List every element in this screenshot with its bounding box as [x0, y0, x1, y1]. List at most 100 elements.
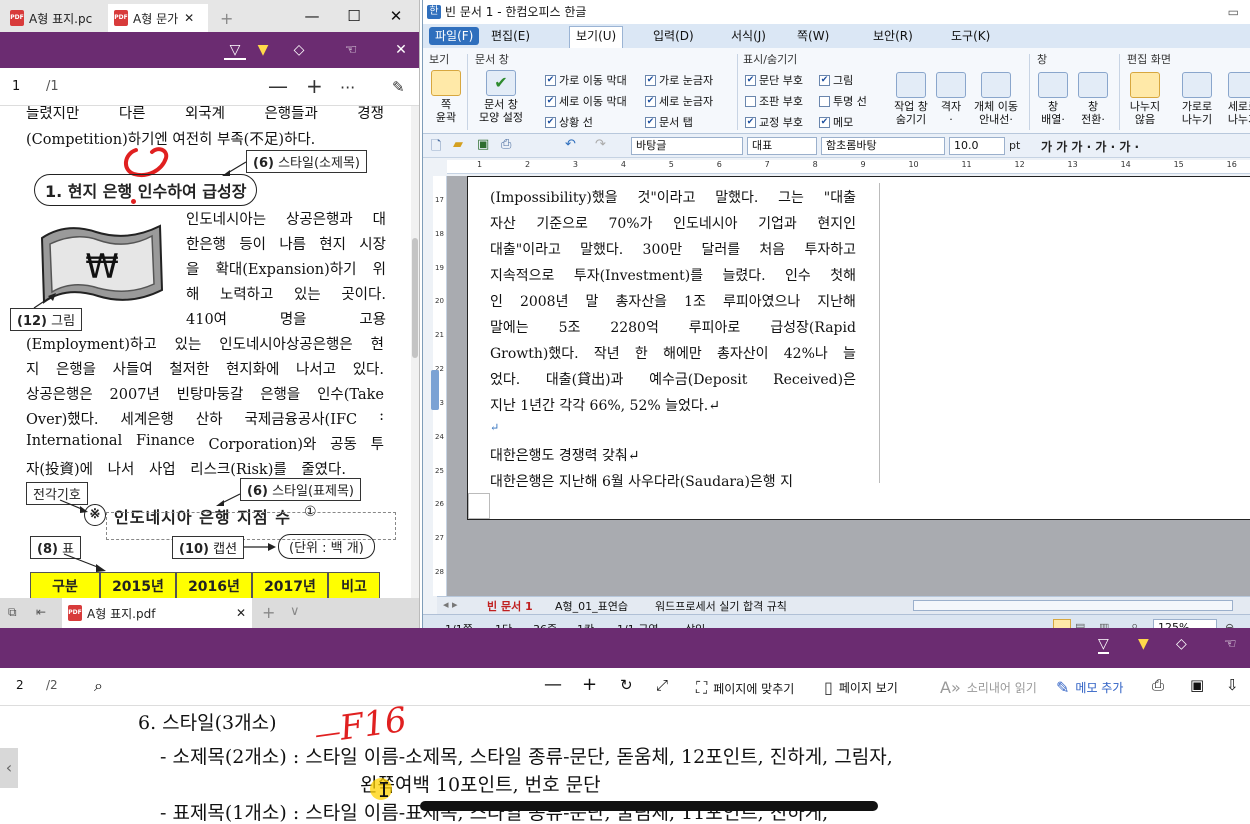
- add-memo-button[interactable]: ✎ 메모 추가: [1056, 678, 1123, 697]
- vertical-scrollbar[interactable]: [411, 106, 419, 628]
- window-switch-button[interactable]: 창 전환·: [1075, 72, 1111, 126]
- fullscreen-icon[interactable]: ⤢: [656, 676, 668, 694]
- draw-icon[interactable]: ▽: [1098, 636, 1109, 654]
- save-as-icon[interactable]: ⇩: [1226, 676, 1239, 694]
- scrollbar-thumb[interactable]: [412, 238, 418, 358]
- doc-line-para-4: Over)했다. 세계은행 산하 국제금융공사(IFC:: [26, 408, 384, 429]
- check-vruler[interactable]: ✔ 세로 눈금자: [645, 93, 713, 109]
- heading-subtitle-1: 1. 현지 은행 인수하여 급성장: [34, 174, 258, 206]
- new-tab-button[interactable]: +: [262, 603, 275, 622]
- menu-security[interactable]: 보안(R): [867, 27, 919, 45]
- menu-format[interactable]: 서식(J): [725, 27, 772, 45]
- check-proof-mark[interactable]: ✔ 교정 부호: [745, 114, 803, 130]
- horizontal-ruler[interactable]: 1 2 3 4 5 6 7 8 9 10 11 12 13 14 15 16: [447, 160, 1250, 174]
- tab-actions-icon[interactable]: ⧉: [8, 605, 17, 620]
- horizontal-scrollbar[interactable]: [913, 600, 1233, 611]
- hwp-editing-area[interactable]: (Impossibility)했을 것"이라고 말했다. 그는 "대출 자산 기준으로 70…: [447, 176, 1250, 596]
- tab-list-dropdown[interactable]: ∨: [290, 604, 300, 619]
- erase-icon[interactable]: ◇: [288, 40, 310, 60]
- print-icon[interactable]: ⎙: [1152, 676, 1164, 694]
- menu-view[interactable]: 보기(U): [569, 26, 624, 48]
- highlight-icon[interactable]: ▼: [252, 40, 274, 60]
- menu-edit[interactable]: 편집(E): [485, 27, 536, 45]
- char-format-buttons[interactable]: 가 가 가 · 가 · 가 ·: [1041, 138, 1139, 155]
- draw-icon[interactable]: ▽: [224, 40, 246, 60]
- check-transparent-line[interactable]: 투명 선: [819, 93, 867, 109]
- close-window-button[interactable]: ✕: [376, 2, 416, 30]
- page-view-button[interactable]: ▯ 페이지 보기: [824, 678, 898, 697]
- rotate-icon[interactable]: ↻: [620, 676, 633, 694]
- tabs-aside-icon[interactable]: ⇤: [36, 605, 46, 619]
- check-doc-tab[interactable]: ✔ 문서 탭: [645, 114, 693, 130]
- menu-tools[interactable]: 도구(K): [945, 27, 996, 45]
- side-panel-toggle[interactable]: [431, 370, 439, 410]
- object-guide-button[interactable]: 개체 이동 안내선·: [969, 72, 1023, 126]
- zoom-out-button[interactable]: —: [544, 674, 562, 695]
- button-label: 안내선·: [979, 113, 1013, 126]
- print-icon[interactable]: ⎙: [501, 137, 511, 152]
- ruler-number: 10: [908, 160, 919, 169]
- redo-icon[interactable]: ↷: [595, 137, 606, 152]
- erase-icon[interactable]: ◇: [1176, 636, 1187, 652]
- undo-icon[interactable]: ↶: [565, 137, 576, 152]
- check-memo[interactable]: ✔ 메모: [819, 114, 853, 130]
- check-status-line[interactable]: ✔ 상황 선: [545, 114, 593, 130]
- no-split-button[interactable]: 나누지 않음: [1125, 72, 1165, 126]
- button-label: ·: [949, 113, 953, 126]
- menu-file[interactable]: 파일(F): [429, 27, 480, 45]
- grid-button[interactable]: 격자 ·: [935, 72, 967, 126]
- tab-a-cover-pdf-2[interactable]: PDF A형 표지.pdf ✕: [62, 598, 252, 628]
- doc-tab-blank-1[interactable]: 빈 문서 1: [487, 598, 533, 614]
- menu-page[interactable]: 쪽(W): [791, 27, 835, 45]
- close-icon[interactable]: ✕: [390, 40, 412, 60]
- new-doc-icon[interactable]: 🗋: [431, 137, 441, 159]
- check-hruler[interactable]: ✔ 가로 눈금자: [645, 72, 713, 88]
- pin-icon[interactable]: ✎: [392, 78, 405, 96]
- save-icon[interactable]: ▣: [1190, 676, 1204, 694]
- restore-button[interactable]: ▭: [1228, 0, 1239, 24]
- doc-tab-table-practice[interactable]: A형_01_표연습: [555, 598, 628, 614]
- tab-a-cover-pdf[interactable]: PDF A형 표지.pc: [4, 4, 106, 32]
- zoom-in-button[interactable]: +: [582, 674, 597, 695]
- save-icon[interactable]: ▣: [477, 137, 489, 152]
- check-vscroll[interactable]: ✔ 세로 이동 막대: [545, 93, 627, 109]
- page-number-input[interactable]: 1: [12, 79, 20, 94]
- search-icon[interactable]: ⌕: [94, 676, 103, 696]
- close-tab-icon[interactable]: ✕: [236, 606, 246, 620]
- split-horizontal-button[interactable]: 가로로 나누기: [1175, 72, 1219, 126]
- more-options-button[interactable]: ···: [340, 78, 355, 97]
- minimize-button[interactable]: —: [292, 2, 332, 30]
- close-tab-icon[interactable]: ✕: [184, 11, 194, 25]
- tab-a-problem-pdf[interactable]: PDF A형 문가 ✕: [108, 4, 208, 32]
- open-folder-icon[interactable]: ▰: [453, 137, 463, 152]
- split-vertical-button[interactable]: 세로로나누기: [1221, 72, 1250, 126]
- check-para-mark[interactable]: ✔ 문단 부호: [745, 72, 803, 88]
- check-layout-mark[interactable]: 조판 부호: [745, 93, 803, 109]
- highlight-icon[interactable]: ▼: [1138, 636, 1149, 652]
- task-pane-hide-button[interactable]: 작업 창 숨기기: [889, 72, 933, 126]
- read-aloud-button[interactable]: A» 소리내어 읽기: [940, 678, 1037, 697]
- check-hscroll[interactable]: ✔ 가로 이동 막대: [545, 72, 627, 88]
- font-size-input[interactable]: 10.0: [949, 137, 1005, 155]
- previous-page-arrow[interactable]: ‹: [0, 748, 18, 788]
- hwp-page[interactable]: (Impossibility)했을 것"이라고 말했다. 그는 "대출 자산 기준으로 70…: [467, 176, 1250, 520]
- zoom-out-button[interactable]: —: [268, 74, 288, 98]
- zoom-in-button[interactable]: +: [306, 74, 323, 98]
- touch-write-icon[interactable]: ☜: [1224, 636, 1237, 652]
- page-number-input[interactable]: 2: [16, 678, 24, 692]
- style-select[interactable]: 바탕글: [631, 137, 743, 155]
- menu-insert[interactable]: 입력(D): [647, 27, 700, 45]
- doc-tab-rules[interactable]: 워드프로세서 실기 합격 규칙: [655, 598, 787, 614]
- tab-scroll-arrows[interactable]: ◂ ▸: [443, 598, 458, 611]
- page-outline-button[interactable]: 쪽 윤곽: [429, 70, 463, 124]
- touch-write-icon[interactable]: ☜: [340, 40, 362, 60]
- doc-window-settings-button[interactable]: ✔ 문서 창 모양 설정: [473, 70, 529, 124]
- window-arrange-button[interactable]: 창 배열·: [1035, 72, 1071, 126]
- font-select[interactable]: 함초롬바탕: [821, 137, 945, 155]
- maximize-button[interactable]: ☐: [334, 2, 374, 30]
- language-select[interactable]: 대표: [747, 137, 817, 155]
- new-tab-button[interactable]: +: [214, 4, 240, 32]
- pdf-viewer-window-1: PDF A형 표지.pc PDF A형 문가 ✕ + — ☐ ✕ ▽ ▼ ◇ ☜…: [0, 0, 420, 628]
- check-picture[interactable]: ✔ 그림: [819, 72, 853, 88]
- fit-page-button[interactable]: ⛶ 페이지에 맞추기: [696, 678, 794, 698]
